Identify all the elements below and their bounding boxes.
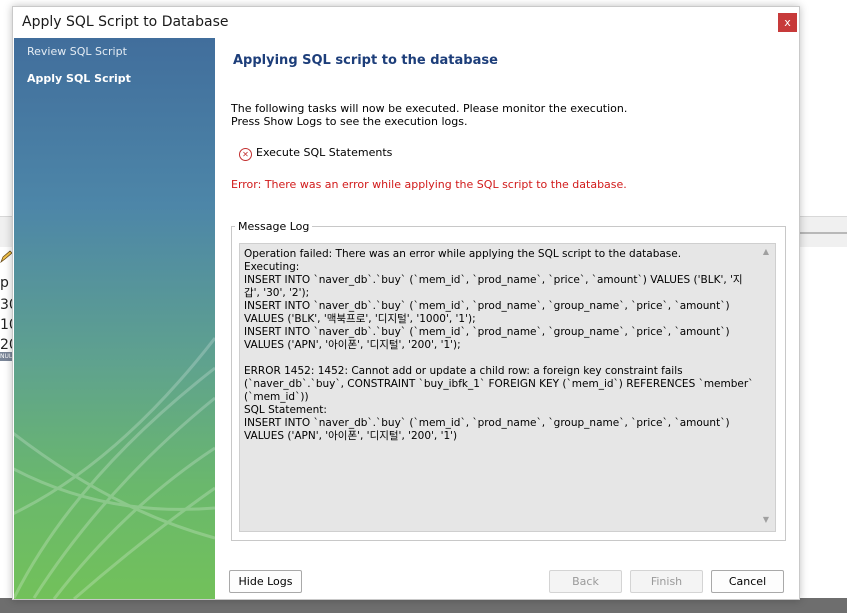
finish-button[interactable]: Finish bbox=[630, 570, 703, 593]
sidebar-item-review-sql-script[interactable]: Review SQL Script bbox=[27, 45, 127, 58]
back-button[interactable]: Back bbox=[549, 570, 622, 593]
scroll-up-arrow-icon[interactable]: ▲ bbox=[760, 247, 772, 257]
apply-sql-dialog: Apply SQL Script to Database x Review SQ… bbox=[12, 6, 800, 600]
wizard-sidebar: Review SQL Script Apply SQL Script bbox=[14, 38, 215, 599]
background-divider bbox=[798, 232, 847, 234]
background-fragment: p bbox=[0, 275, 9, 291]
page-title: Applying SQL script to the database bbox=[233, 53, 498, 68]
close-button[interactable]: x bbox=[778, 13, 797, 32]
error-message: Error: There was an error while applying… bbox=[231, 178, 627, 191]
error-icon: ✕ bbox=[239, 148, 252, 161]
wizard-content: Applying SQL script to the database The … bbox=[215, 38, 799, 599]
message-log-legend: Message Log bbox=[235, 220, 313, 233]
description-line-2: Press Show Logs to see the execution log… bbox=[231, 115, 468, 128]
cancel-button[interactable]: Cancel bbox=[711, 570, 784, 593]
dialog-title: Apply SQL Script to Database bbox=[22, 14, 229, 30]
hide-logs-button[interactable]: Hide Logs bbox=[229, 570, 302, 593]
background-taskbar bbox=[0, 598, 847, 613]
description-line-1: The following tasks will now be executed… bbox=[231, 102, 628, 115]
sidebar-item-apply-sql-script[interactable]: Apply SQL Script bbox=[27, 72, 131, 85]
scroll-down-arrow-icon[interactable]: ▼ bbox=[760, 515, 772, 525]
task-execute-sql-statements: Execute SQL Statements bbox=[256, 146, 393, 159]
message-log-text: Operation failed: There was an error whi… bbox=[244, 248, 754, 442]
message-log-textarea[interactable]: Operation failed: There was an error whi… bbox=[239, 243, 776, 532]
sidebar-decoration bbox=[14, 337, 215, 599]
title-bar: Apply SQL Script to Database x bbox=[13, 7, 799, 37]
